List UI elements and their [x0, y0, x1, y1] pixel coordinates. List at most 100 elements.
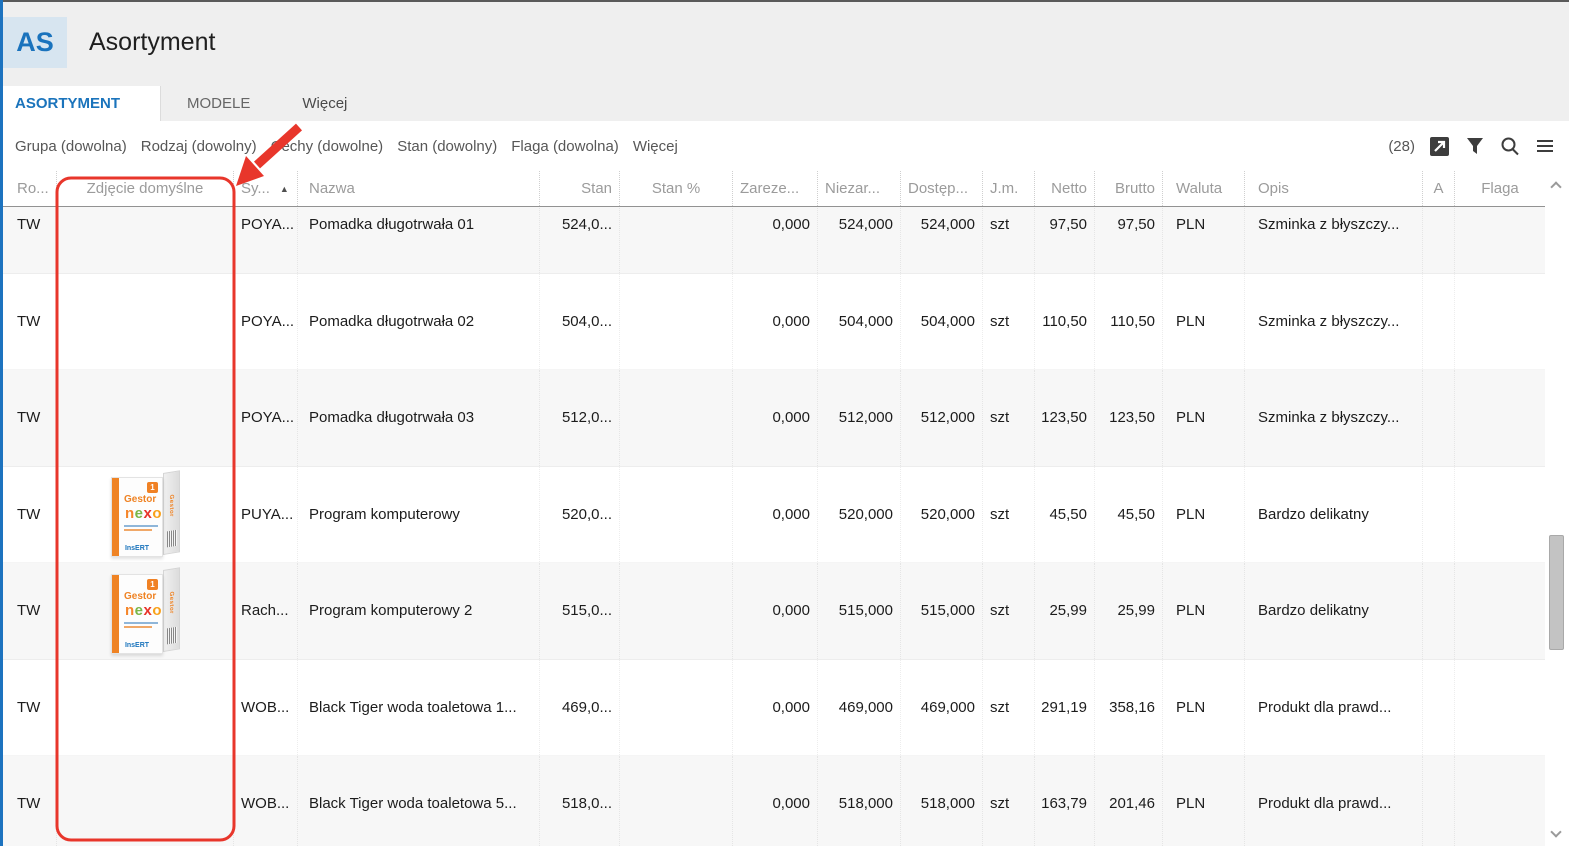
cell-rodzaj: TW — [3, 370, 57, 466]
scroll-down-icon[interactable] — [1550, 828, 1564, 842]
table-row[interactable]: TW Gestor 1 Gestor nexo InsERT PUYA...Pr… — [3, 467, 1545, 564]
column-header-stan[interactable]: Stan — [540, 171, 620, 206]
cell-niezar: 520,000 — [818, 467, 901, 563]
cell-niezar: 512,000 — [818, 370, 901, 466]
cell-stan_pct — [620, 207, 733, 273]
menu-icon[interactable] — [1534, 136, 1555, 157]
tab-wiecej[interactable]: Więcej — [276, 86, 373, 121]
column-header-brutto[interactable]: Brutto — [1095, 171, 1163, 206]
product-name: nexo — [125, 602, 162, 619]
cell-stan_pct — [620, 467, 733, 563]
cell-nazwa: Pomadka długotrwała 01 — [298, 207, 540, 273]
table-row[interactable]: TW Gestor 1 Gestor nexo InsERT Rach...Pr… — [3, 563, 1545, 660]
cell-stan: 469,0... — [540, 660, 620, 756]
cell-a — [1423, 660, 1455, 756]
product-tagline — [124, 622, 158, 630]
cell-zdjecie — [57, 274, 234, 370]
cell-stan_pct — [620, 370, 733, 466]
column-header-opis[interactable]: Opis — [1245, 171, 1423, 206]
column-header-zarez[interactable]: Zareze... — [733, 171, 818, 206]
filter-icon[interactable] — [1464, 136, 1485, 157]
column-header-waluta[interactable]: Waluta — [1163, 171, 1245, 206]
filter-rodzaj[interactable]: Rodzaj (dowolny) — [141, 138, 257, 155]
cell-brutto: 45,50 — [1095, 467, 1163, 563]
result-count: (28) — [1388, 138, 1415, 155]
version-badge: 1 — [147, 579, 158, 590]
cell-zdjecie — [57, 370, 234, 466]
popout-icon[interactable] — [1429, 136, 1450, 157]
cell-stan_pct — [620, 660, 733, 756]
scrollbar-thumb[interactable] — [1549, 535, 1564, 650]
cell-flaga — [1455, 563, 1545, 659]
cell-opis: Bardzo delikatny — [1245, 563, 1423, 659]
filter-bar: Grupa (dowolna) Rodzaj (dowolny) Cechy (… — [3, 121, 1569, 171]
column-header-a[interactable]: A — [1423, 171, 1455, 206]
cell-jm: szt — [983, 207, 1035, 273]
cell-waluta: PLN — [1163, 467, 1245, 563]
cell-zarez: 0,000 — [733, 370, 818, 466]
filter-stan[interactable]: Stan (dowolny) — [397, 138, 497, 155]
scroll-up-icon[interactable] — [1550, 179, 1564, 193]
cell-rodzaj: TW — [3, 274, 57, 370]
cell-a — [1423, 370, 1455, 466]
cell-dostep: 518,000 — [901, 756, 983, 846]
tab-modele[interactable]: MODELE — [161, 86, 276, 121]
cell-dostep: 504,000 — [901, 274, 983, 370]
table-row[interactable]: TWPOYA...Pomadka długotrwała 01524,0...0… — [3, 207, 1545, 274]
product-image: Gestor 1 Gestor nexo InsERT — [105, 566, 185, 658]
cell-brutto: 25,99 — [1095, 563, 1163, 659]
cell-jm: szt — [983, 756, 1035, 846]
cell-jm: szt — [983, 563, 1035, 659]
sort-asc-icon: ▲ — [280, 184, 289, 194]
column-header-flaga[interactable]: Flaga — [1455, 171, 1545, 206]
product-box-front: 1 Gestor nexo InsERT — [111, 574, 163, 654]
table-row[interactable]: TWPOYA...Pomadka długotrwała 02504,0...0… — [3, 274, 1545, 371]
cell-niezar: 515,000 — [818, 563, 901, 659]
cell-zarez: 0,000 — [733, 207, 818, 273]
column-header-jm[interactable]: J.m. — [983, 171, 1035, 206]
cell-flaga — [1455, 274, 1545, 370]
product-box-side: Gestor — [163, 471, 180, 556]
column-header-netto[interactable]: Netto — [1035, 171, 1095, 206]
product-brand: Gestor — [124, 591, 156, 602]
filter-grupa[interactable]: Grupa (dowolna) — [15, 138, 127, 155]
cell-zdjecie — [57, 207, 234, 273]
filter-wiecej[interactable]: Więcej — [633, 138, 678, 155]
table-row[interactable]: TWPOYA...Pomadka długotrwała 03512,0...0… — [3, 370, 1545, 467]
column-header-nazwa[interactable]: Nazwa — [298, 171, 540, 206]
cell-opis: Bardzo delikatny — [1245, 467, 1423, 563]
cell-symbol: POYA... — [234, 370, 298, 466]
column-header-symbol[interactable]: Sy...▲ — [234, 171, 298, 206]
column-header-stan_pct[interactable]: Stan % — [620, 171, 733, 206]
search-icon[interactable] — [1499, 136, 1520, 157]
product-box-front: 1 Gestor nexo InsERT — [111, 477, 163, 557]
filter-flaga[interactable]: Flaga (dowolna) — [511, 138, 619, 155]
filter-cechy[interactable]: Cechy (dowolne) — [271, 138, 384, 155]
table-row[interactable]: TWWOB...Black Tiger woda toaletowa 5...5… — [3, 756, 1545, 846]
table-body: TWPOYA...Pomadka długotrwała 01524,0...0… — [3, 207, 1545, 846]
column-header-dostep[interactable]: Dostęp... — [901, 171, 983, 206]
tab-asortyment[interactable]: ASORTYMENT — [0, 86, 161, 121]
table-row[interactable]: TWWOB...Black Tiger woda toaletowa 1...4… — [3, 660, 1545, 757]
cell-opis: Szminka z błyszczy... — [1245, 207, 1423, 273]
barcode — [167, 530, 177, 548]
cell-zdjecie: Gestor 1 Gestor nexo InsERT — [57, 563, 234, 659]
module-badge: AS — [3, 17, 67, 68]
cell-waluta: PLN — [1163, 660, 1245, 756]
vertical-scrollbar[interactable] — [1545, 171, 1569, 846]
cell-niezar: 518,000 — [818, 756, 901, 846]
cell-netto: 110,50 — [1035, 274, 1095, 370]
product-tagline — [124, 525, 158, 533]
cell-nazwa: Pomadka długotrwała 03 — [298, 370, 540, 466]
cell-zarez: 0,000 — [733, 467, 818, 563]
cell-brutto: 201,46 — [1095, 756, 1163, 846]
cell-zdjecie — [57, 660, 234, 756]
cell-flaga — [1455, 756, 1545, 846]
column-header-rodzaj[interactable]: Ro... — [3, 171, 57, 206]
column-header-niezar[interactable]: Niezar... — [818, 171, 901, 206]
cell-a — [1423, 207, 1455, 273]
cell-opis: Szminka z błyszczy... — [1245, 370, 1423, 466]
cell-dostep: 469,000 — [901, 660, 983, 756]
app-header: AS Asortyment — [0, 2, 1569, 86]
column-header-zdjecie[interactable]: Zdjęcie domyślne — [57, 171, 234, 206]
